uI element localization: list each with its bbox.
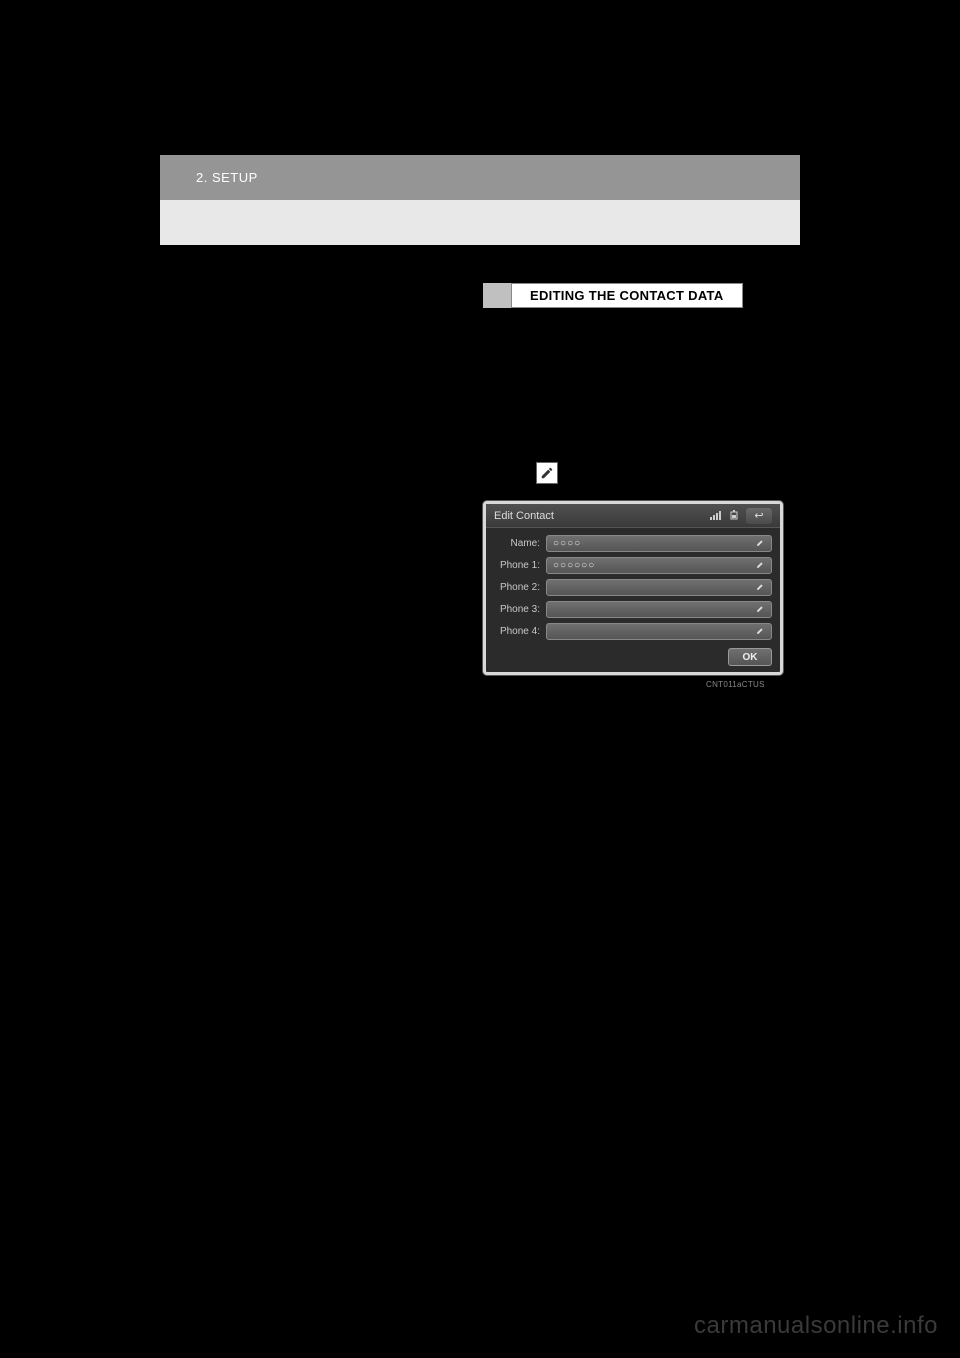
- pencil-icon: [756, 534, 765, 552]
- form-row-phone1: Phone 1: ○○○○○○: [494, 556, 772, 574]
- manual-page: 2. SETUP ? EDITING THE CONTACT DATA Edit…: [160, 155, 800, 1155]
- form-row-phone3: Phone 3:: [494, 600, 772, 618]
- pencil-icon: [756, 622, 765, 640]
- subheader-band: [160, 200, 800, 245]
- status-area: ↩: [710, 507, 772, 525]
- battery-icon: [730, 507, 740, 525]
- phone1-value: ○○○○○○: [553, 560, 595, 571]
- form-row-phone2: Phone 2:: [494, 578, 772, 596]
- screen-footer: OK: [486, 646, 780, 666]
- back-button[interactable]: ↩: [746, 508, 772, 524]
- edit-contact-screen: Edit Contact ↩ Name:: [483, 501, 783, 675]
- content-area: ? EDITING THE CONTACT DATA Edit Contact: [160, 245, 800, 283]
- name-field[interactable]: ○○○○: [546, 535, 772, 552]
- phone4-label: Phone 4:: [494, 626, 546, 637]
- pencil-icon: [756, 556, 765, 574]
- screen-titlebar: Edit Contact ↩: [486, 504, 780, 528]
- name-label: Name:: [494, 538, 546, 549]
- phone3-field[interactable]: [546, 601, 772, 618]
- section-heading-label: EDITING THE CONTACT DATA: [511, 283, 743, 308]
- signal-icon: [710, 507, 724, 525]
- chapter-header: 2. SETUP: [160, 155, 800, 200]
- phone2-field[interactable]: [546, 579, 772, 596]
- name-value: ○○○○: [553, 538, 581, 549]
- page-watermark: carmanualsonline.info: [694, 1312, 938, 1340]
- edit-pencil-icon: [536, 462, 558, 484]
- screen-body: Name: ○○○○ Phone 1: ○○○○○○ Phone 2:: [486, 528, 780, 646]
- breadcrumb: 2. SETUP: [196, 170, 258, 185]
- screen-title: Edit Contact: [494, 510, 554, 522]
- pencil-icon: [756, 600, 765, 618]
- back-icon: ↩: [754, 509, 763, 522]
- section-heading: EDITING THE CONTACT DATA: [483, 283, 743, 308]
- section-heading-tab: [483, 283, 511, 308]
- phone4-field[interactable]: [546, 623, 772, 640]
- pencil-icon: [540, 466, 554, 480]
- ok-button[interactable]: OK: [728, 648, 772, 666]
- phone1-label: Phone 1:: [494, 560, 546, 571]
- form-row-name: Name: ○○○○: [494, 534, 772, 552]
- figure-caption: CNT011aCTUS: [706, 680, 765, 689]
- info-question-icon: ?: [190, 283, 199, 299]
- pencil-icon: [756, 578, 765, 596]
- ok-label: OK: [743, 652, 758, 663]
- phone3-label: Phone 3:: [494, 604, 546, 615]
- phone2-label: Phone 2:: [494, 582, 546, 593]
- phone1-field[interactable]: ○○○○○○: [546, 557, 772, 574]
- form-row-phone4: Phone 4:: [494, 622, 772, 640]
